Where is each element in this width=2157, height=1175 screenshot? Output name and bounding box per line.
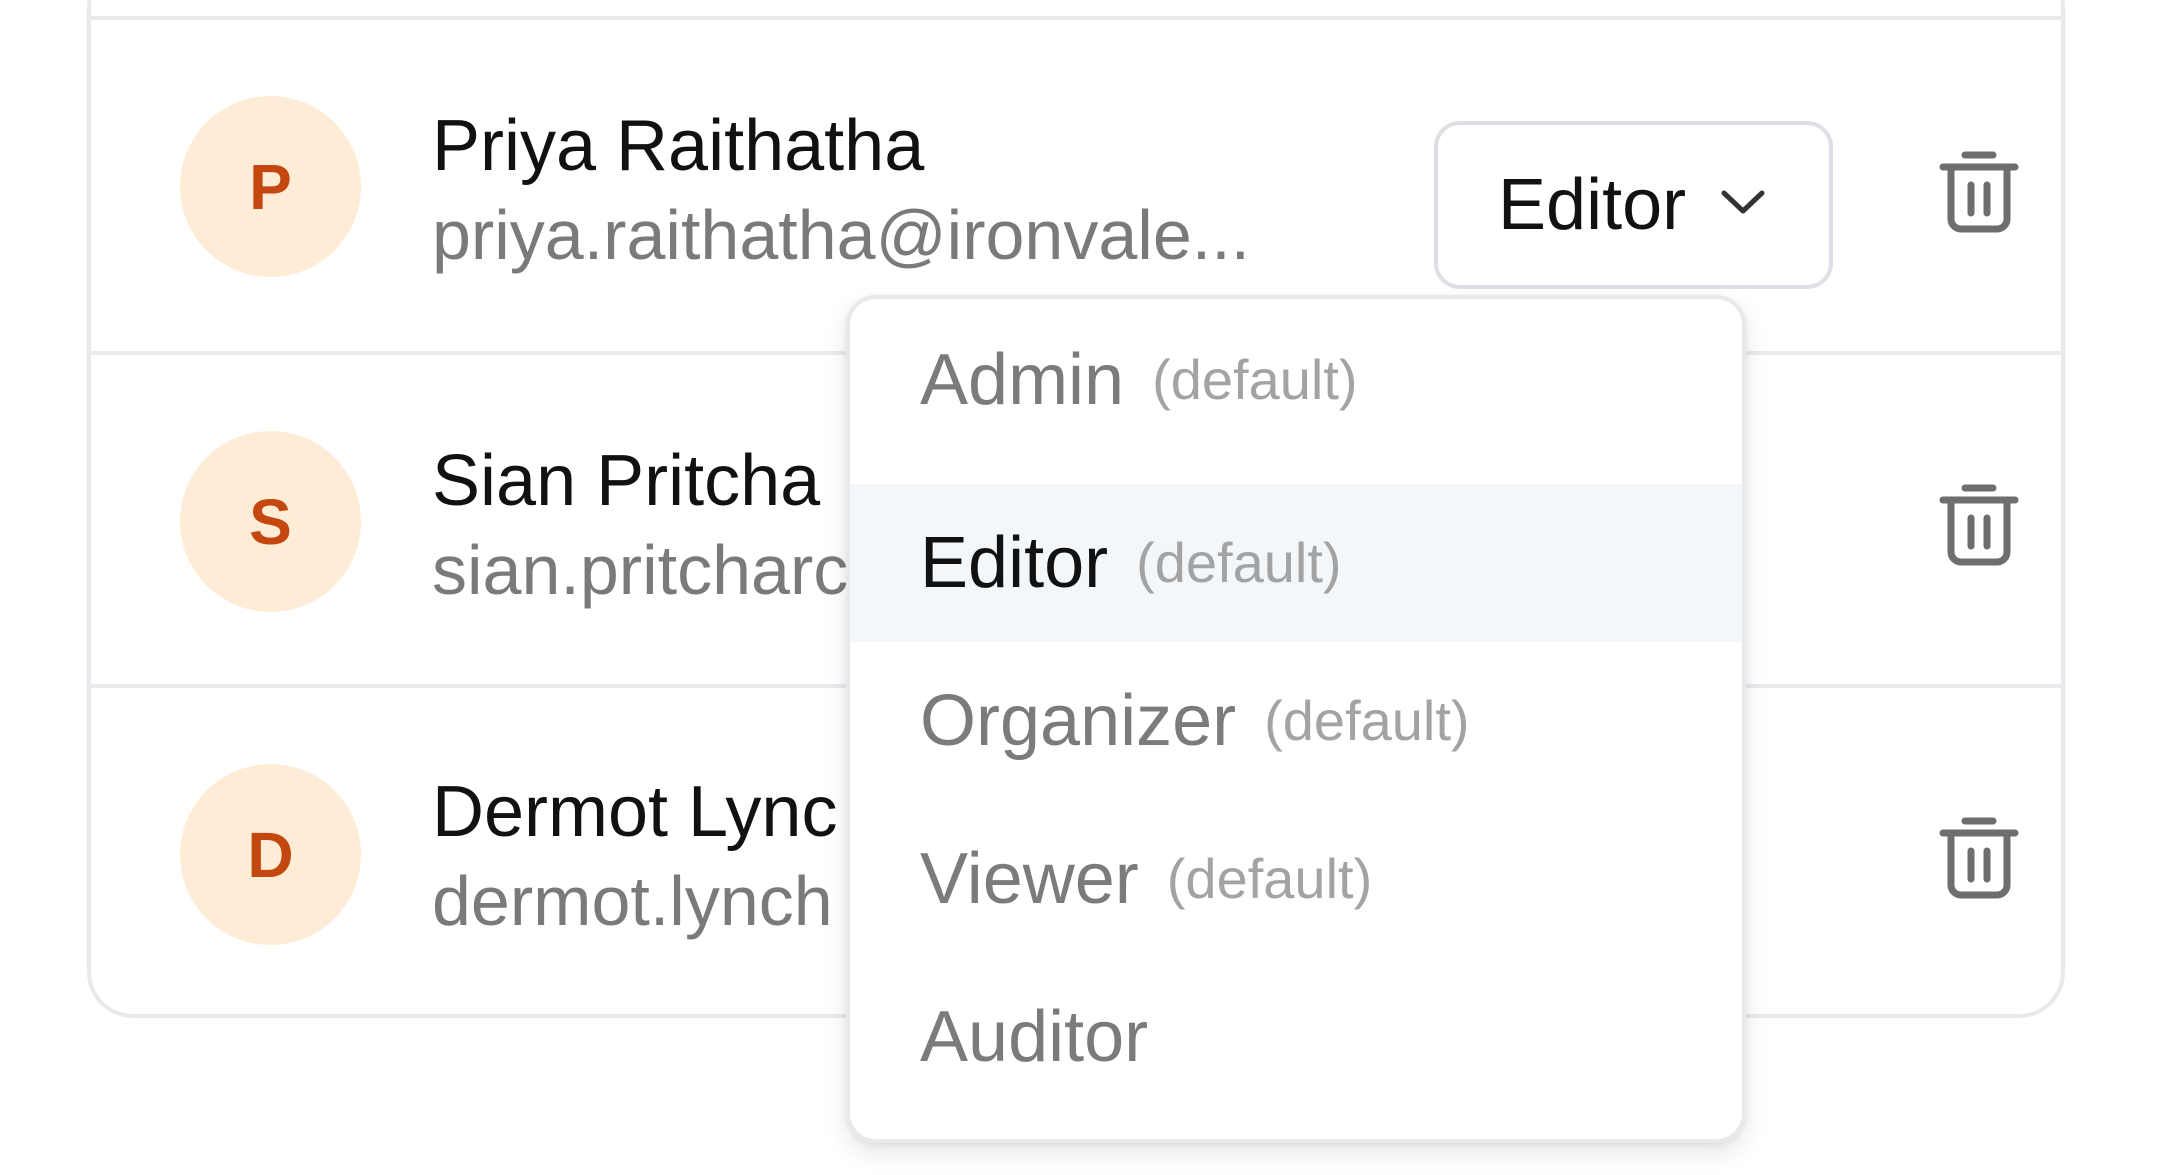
member-name: Sian Pritcha — [432, 441, 821, 521]
member-name: Priya Raithatha — [432, 106, 925, 186]
menu-item-auditor[interactable]: Auditor — [850, 958, 1742, 1116]
menu-item-viewer[interactable]: Viewer (default) — [850, 800, 1742, 958]
option-label: Auditor — [920, 997, 1149, 1077]
avatar: S — [180, 431, 361, 612]
trash-icon[interactable] — [1939, 813, 2019, 899]
member-email: sian.pritcharc — [432, 531, 849, 609]
member-name: Dermot Lync — [432, 772, 838, 852]
option-default-tag: (default) — [1136, 531, 1342, 594]
option-label: Organizer — [920, 681, 1237, 761]
chevron-down-icon — [1721, 190, 1765, 214]
trash-icon[interactable] — [1939, 147, 2019, 233]
member-email: dermot.lynch — [432, 862, 833, 940]
menu-item-editor[interactable]: Editor (default) — [850, 484, 1742, 642]
option-default-tag: (default) — [1264, 689, 1470, 752]
option-label: Viewer — [920, 839, 1139, 919]
option-default-tag: (default) — [1152, 348, 1358, 411]
avatar: P — [180, 96, 361, 277]
menu-item-organizer[interactable]: Organizer (default) — [850, 642, 1742, 800]
option-default-tag: (default) — [1166, 847, 1373, 910]
role-select[interactable]: Editor — [1434, 121, 1833, 289]
role-select-value: Editor — [1498, 165, 1687, 245]
option-label: Editor — [920, 523, 1109, 603]
member-email: priya.raithatha@ironvale... — [432, 196, 1251, 274]
members-panel: P Priya Raithatha priya.raithatha@ironva… — [0, 0, 2157, 1175]
avatar: D — [180, 764, 361, 945]
menu-item-admin[interactable]: Admin (default) — [850, 301, 1742, 459]
option-label: Admin — [920, 340, 1125, 420]
trash-icon[interactable] — [1939, 480, 2019, 566]
role-dropdown-menu: Admin (default) Editor (default) Organiz… — [846, 295, 1746, 1143]
